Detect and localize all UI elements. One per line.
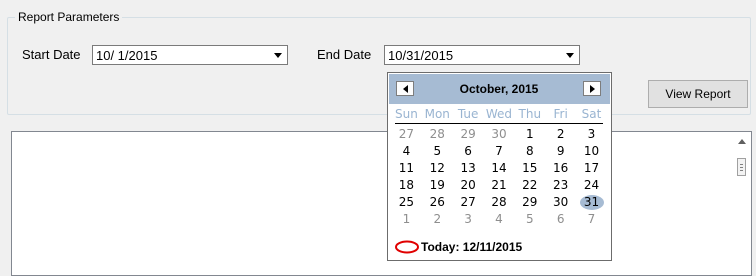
start-date-value: 10/ 1/2015: [96, 48, 158, 63]
calendar-day-prev-month[interactable]: 29: [453, 126, 484, 143]
calendar-day[interactable]: 3: [576, 126, 607, 143]
weekday-label: Mon: [424, 107, 450, 121]
calendar-day[interactable]: 20: [453, 177, 484, 194]
report-viewer[interactable]: [11, 131, 752, 276]
today-label: Today: 12/11/2015: [421, 240, 523, 254]
calendar-day-prev-month[interactable]: 28: [422, 126, 453, 143]
parameters-panel: Report Parameters Start Date 10/ 1/2015 …: [0, 0, 756, 121]
calendar-day[interactable]: 29: [514, 194, 545, 211]
calendar-day-next-month[interactable]: 4: [484, 211, 515, 228]
weekday-divider: [395, 123, 603, 124]
calendar-day-next-month[interactable]: 5: [514, 211, 545, 228]
weekday-label: Wed: [485, 107, 513, 121]
view-report-button[interactable]: View Report: [648, 80, 748, 108]
calendar-day[interactable]: 24: [576, 177, 607, 194]
calendar-day[interactable]: 7: [484, 143, 515, 160]
previous-month-button[interactable]: [396, 81, 414, 96]
month-calendar-dropdown[interactable]: October, 2015 Sun Mon Tue Wed Thu Fri Sa…: [387, 72, 612, 261]
calendar-day-next-month[interactable]: 7: [576, 211, 607, 228]
today-circle-icon: [395, 240, 419, 254]
report-parameters-group: [7, 17, 751, 115]
calendar-week-row: 18 19 20 21 22 23 24: [391, 177, 607, 194]
triangle-left-icon: [402, 84, 408, 93]
calendar-day[interactable]: 9: [545, 143, 576, 160]
calendar-day-next-month[interactable]: 1: [391, 211, 422, 228]
calendar-day[interactable]: 14: [484, 160, 515, 177]
calendar-month-title[interactable]: October, 2015: [429, 82, 569, 96]
calendar-day[interactable]: 23: [545, 177, 576, 194]
weekday-label: Fri: [553, 107, 568, 121]
calendar-day[interactable]: 30: [545, 194, 576, 211]
calendar-day[interactable]: 13: [453, 160, 484, 177]
weekday-label: Tue: [457, 107, 479, 121]
end-date-picker[interactable]: 10/31/2015: [384, 45, 580, 65]
calendar-week-row: 11 12 13 14 15 16 17: [391, 160, 607, 177]
calendar-week-row: 4 5 6 7 8 9 10: [391, 143, 607, 160]
calendar-day[interactable]: 17: [576, 160, 607, 177]
calendar-day[interactable]: 22: [514, 177, 545, 194]
calendar-day[interactable]: 28: [484, 194, 515, 211]
calendar-day[interactable]: 19: [422, 177, 453, 194]
start-date-dropdown-button[interactable]: [270, 47, 286, 63]
weekday-label: Thu: [518, 107, 542, 121]
calendar-week-row: 25 26 27 28 29 30 31: [391, 194, 607, 211]
calendar-week-row: 27 28 29 30 1 2 3: [391, 126, 607, 143]
scrollbar-thumb[interactable]: [737, 158, 746, 176]
start-date-label: Start Date: [22, 47, 81, 62]
today-link[interactable]: Today: 12/11/2015: [394, 238, 522, 256]
calendar-day[interactable]: 21: [484, 177, 515, 194]
calendar-day[interactable]: 4: [391, 143, 422, 160]
calendar-day-next-month[interactable]: 3: [453, 211, 484, 228]
calendar-day[interactable]: 5: [422, 143, 453, 160]
calendar-day-next-month[interactable]: 6: [545, 211, 576, 228]
end-date-label: End Date: [317, 47, 372, 62]
scroll-up-arrow-icon[interactable]: [738, 139, 746, 144]
calendar-day-selected[interactable]: 31: [576, 194, 607, 211]
calendar-week-row: 1 2 3 4 5 6 7: [391, 211, 607, 228]
weekday-label: Sun: [395, 107, 418, 121]
calendar-day[interactable]: 26: [422, 194, 453, 211]
calendar-day-prev-month[interactable]: 30: [484, 126, 515, 143]
calendar-day[interactable]: 15: [514, 160, 545, 177]
weekday-label: Sat: [581, 107, 602, 121]
end-date-dropdown-button[interactable]: [562, 47, 578, 63]
end-date-value: 10/31/2015: [388, 48, 454, 63]
calendar-day-prev-month[interactable]: 27: [391, 126, 422, 143]
start-date-picker[interactable]: 10/ 1/2015: [92, 45, 288, 65]
calendar-day[interactable]: 27: [453, 194, 484, 211]
calendar-day[interactable]: 18: [391, 177, 422, 194]
calendar-day[interactable]: 1: [514, 126, 545, 143]
chevron-down-icon: [274, 52, 282, 58]
weekday-header-row: Sun Mon Tue Wed Thu Fri Sat: [391, 106, 607, 122]
calendar-header: October, 2015: [389, 74, 610, 104]
next-month-button[interactable]: [583, 81, 601, 96]
calendar-day[interactable]: 10: [576, 143, 607, 160]
calendar-day[interactable]: 6: [453, 143, 484, 160]
report-parameters-legend: Report Parameters: [15, 11, 123, 24]
calendar-day[interactable]: 11: [391, 160, 422, 177]
calendar-day[interactable]: 25: [391, 194, 422, 211]
report-vertical-scrollbar[interactable]: [734, 132, 751, 275]
calendar-day-grid: 27 28 29 30 1 2 3 4 5 6 7 8 9 10 11 12 1…: [391, 126, 607, 228]
calendar-day[interactable]: 8: [514, 143, 545, 160]
triangle-right-icon: [589, 84, 595, 93]
calendar-day-next-month[interactable]: 2: [422, 211, 453, 228]
calendar-day[interactable]: 12: [422, 160, 453, 177]
chevron-down-icon: [566, 52, 574, 58]
calendar-day[interactable]: 16: [545, 160, 576, 177]
calendar-day[interactable]: 2: [545, 126, 576, 143]
